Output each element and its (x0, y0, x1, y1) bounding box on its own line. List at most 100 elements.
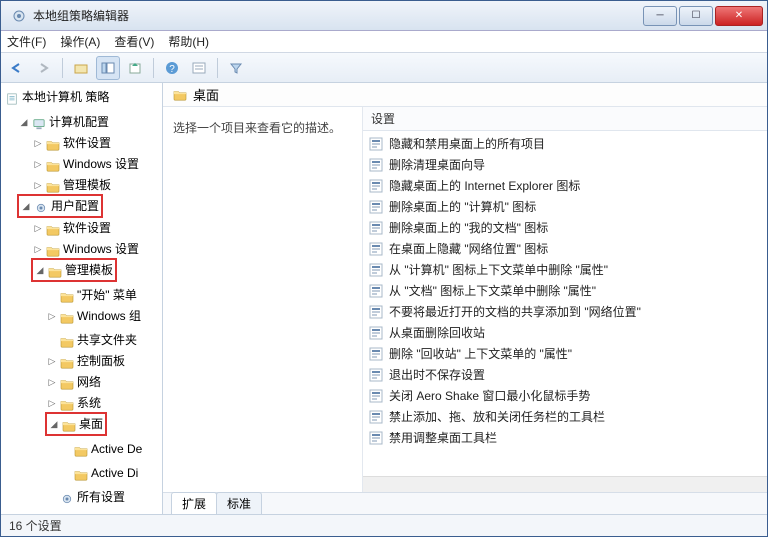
setting-icon (369, 410, 383, 424)
setting-icon (369, 368, 383, 382)
setting-row[interactable]: 禁用调整桌面工具栏 (363, 427, 767, 448)
setting-label: 从桌面删除回收站 (389, 324, 485, 341)
tree-u-windows[interactable]: ▷Windows 设置 (31, 239, 141, 259)
setting-label: 删除桌面上的 "计算机" 图标 (389, 198, 536, 215)
tree-active-de[interactable]: Active De (59, 439, 144, 459)
description-pane: 选择一个项目来查看它的描述。 (163, 107, 363, 492)
back-button[interactable] (5, 56, 29, 80)
settings-list: 隐藏和禁用桌面上的所有项目删除清理桌面向导隐藏桌面上的 Internet Exp… (363, 131, 767, 476)
setting-row[interactable]: 隐藏和禁用桌面上的所有项目 (363, 133, 767, 154)
column-header-settings[interactable]: 设置 (363, 107, 767, 131)
setting-row[interactable]: 从桌面删除回收站 (363, 322, 767, 343)
setting-icon (369, 389, 383, 403)
setting-row[interactable]: 禁止添加、拖、放和关闭任务栏的工具栏 (363, 406, 767, 427)
window-title: 本地组策略编辑器 (33, 7, 643, 24)
tab-extended[interactable]: 扩展 (171, 492, 217, 514)
view-tabs: 扩展 标准 (163, 492, 767, 514)
description-text: 选择一个项目来查看它的描述。 (173, 121, 341, 135)
settings-list-pane: 设置 隐藏和禁用桌面上的所有项目删除清理桌面向导隐藏桌面上的 Internet … (363, 107, 767, 492)
setting-label: 禁用调整桌面工具栏 (389, 429, 497, 446)
tree-windows-group[interactable]: ▷Windows 组 (45, 306, 143, 326)
tree-c-windows[interactable]: ▷Windows 设置 (31, 154, 141, 174)
setting-row[interactable]: 从 "文档" 图标上下文菜单中删除 "属性" (363, 280, 767, 301)
show-tree-button[interactable] (96, 56, 120, 80)
tree-root[interactable]: 本地计算机 策略 (3, 87, 111, 107)
svg-text:?: ? (169, 64, 175, 75)
setting-icon (369, 431, 383, 445)
menu-file[interactable]: 文件(F) (7, 33, 46, 50)
tree-active-di[interactable]: Active Di (59, 463, 140, 483)
statusbar: 16 个设置 (1, 514, 767, 536)
setting-icon (369, 179, 383, 193)
setting-label: 关闭 Aero Shake 窗口最小化鼠标手势 (389, 387, 590, 404)
up-button[interactable] (69, 56, 93, 80)
status-text: 16 个设置 (9, 517, 62, 534)
setting-icon (369, 305, 383, 319)
menubar: 文件(F) 操作(A) 查看(V) 帮助(H) (1, 31, 767, 53)
help-button[interactable]: ? (160, 56, 184, 80)
minimize-button[interactable]: ─ (643, 6, 677, 26)
setting-row[interactable]: 删除桌面上的 "计算机" 图标 (363, 196, 767, 217)
tab-standard[interactable]: 标准 (216, 492, 262, 514)
setting-row[interactable]: 删除 "回收站" 上下文菜单的 "属性" (363, 343, 767, 364)
menu-view[interactable]: 查看(V) (114, 33, 154, 50)
app-icon (11, 8, 27, 24)
tree-pane: 本地计算机 策略 ◢计算机配置 ▷软件设置 ▷Windows 设置 ▷管理模板 (1, 83, 163, 514)
setting-row[interactable]: 关闭 Aero Shake 窗口最小化鼠标手势 (363, 385, 767, 406)
setting-label: 删除桌面上的 "我的文档" 图标 (389, 219, 548, 236)
tree-start-menu[interactable]: "开始" 菜单 (45, 285, 139, 305)
tree-network[interactable]: ▷网络 (45, 372, 103, 392)
tree-u-templates[interactable]: ◢管理模板 (31, 258, 117, 282)
setting-row[interactable]: 隐藏桌面上的 Internet Explorer 图标 (363, 175, 767, 196)
content-header: 桌面 (163, 83, 767, 107)
filter-button[interactable] (224, 56, 248, 80)
setting-icon (369, 158, 383, 172)
setting-label: 隐藏桌面上的 Internet Explorer 图标 (389, 177, 580, 194)
setting-label: 在桌面上隐藏 "网络位置" 图标 (389, 240, 548, 257)
titlebar: 本地组策略编辑器 ─ ☐ ✕ (1, 1, 767, 31)
setting-icon (369, 242, 383, 256)
folder-icon (173, 89, 187, 101)
tree-all-settings[interactable]: 所有设置 (45, 487, 127, 507)
tree-c-software[interactable]: ▷软件设置 (31, 133, 113, 153)
menu-action[interactable]: 操作(A) (60, 33, 100, 50)
tree-u-software[interactable]: ▷软件设置 (31, 218, 113, 238)
menu-help[interactable]: 帮助(H) (168, 33, 209, 50)
tree-computer-config[interactable]: ◢计算机配置 (17, 112, 111, 132)
setting-icon (369, 263, 383, 277)
tree-desktop[interactable]: ◢桌面 (45, 412, 107, 436)
app-window: 本地组策略编辑器 ─ ☐ ✕ 文件(F) 操作(A) 查看(V) 帮助(H) ? (0, 0, 768, 537)
setting-icon (369, 284, 383, 298)
setting-label: 删除 "回收站" 上下文菜单的 "属性" (389, 345, 572, 362)
setting-label: 隐藏和禁用桌面上的所有项目 (389, 135, 545, 152)
setting-row[interactable]: 不要将最近打开的文档的共享添加到 "网络位置" (363, 301, 767, 322)
maximize-button[interactable]: ☐ (679, 6, 713, 26)
setting-icon (369, 347, 383, 361)
close-button[interactable]: ✕ (715, 6, 763, 26)
setting-icon (369, 326, 383, 340)
toolbar: ? (1, 53, 767, 83)
setting-icon (369, 137, 383, 151)
properties-button[interactable] (187, 56, 211, 80)
main-pane: 桌面 选择一个项目来查看它的描述。 设置 隐藏和禁用桌面上的所有项目删除清理桌面… (163, 83, 767, 514)
setting-row[interactable]: 从 "计算机" 图标上下文菜单中删除 "属性" (363, 259, 767, 280)
setting-row[interactable]: 在桌面上隐藏 "网络位置" 图标 (363, 238, 767, 259)
tree-c-templates[interactable]: ▷管理模板 (31, 175, 113, 195)
setting-row[interactable]: 删除清理桌面向导 (363, 154, 767, 175)
setting-icon (369, 221, 383, 235)
setting-label: 删除清理桌面向导 (389, 156, 485, 173)
setting-label: 从 "计算机" 图标上下文菜单中删除 "属性" (389, 261, 608, 278)
tree-control-panel[interactable]: ▷控制面板 (45, 351, 127, 371)
horizontal-scrollbar[interactable] (363, 476, 767, 492)
tree-user-config[interactable]: ◢用户配置 (17, 194, 103, 218)
setting-row[interactable]: 退出时不保存设置 (363, 364, 767, 385)
setting-label: 退出时不保存设置 (389, 366, 485, 383)
content-title: 桌面 (193, 85, 219, 104)
setting-icon (369, 200, 383, 214)
setting-label: 从 "文档" 图标上下文菜单中删除 "属性" (389, 282, 596, 299)
setting-row[interactable]: 删除桌面上的 "我的文档" 图标 (363, 217, 767, 238)
export-button[interactable] (123, 56, 147, 80)
tree-shared[interactable]: 共享文件夹 (45, 330, 139, 350)
tree-system[interactable]: ▷系统 (45, 393, 103, 413)
forward-button[interactable] (32, 56, 56, 80)
